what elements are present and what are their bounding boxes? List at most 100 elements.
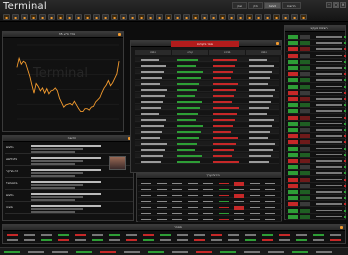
watchlist-row[interactable] [286,96,346,102]
alert-icon[interactable]: ▪ [183,14,190,20]
tab-market[interactable]: שוק [232,2,248,9]
watchlist-row[interactable] [286,189,346,195]
chart-icon[interactable]: ▪ [39,14,46,20]
table-row[interactable] [138,217,282,222]
bell-icon[interactable]: ▪ [48,14,55,20]
table-row[interactable] [138,181,282,186]
order-book-row[interactable] [135,153,279,158]
order-book-row[interactable] [135,99,279,104]
user-icon[interactable]: ▪ [93,14,100,20]
news-icon[interactable]: ▪ [75,14,82,20]
news-item[interactable]: מאיה [5,204,133,214]
help-icon[interactable]: ▪ [156,14,163,20]
book-icon[interactable]: ▪ [57,14,64,20]
order-book-row[interactable] [135,81,279,86]
search-icon[interactable]: ▪ [174,14,181,20]
order-book-row[interactable] [135,93,279,98]
watchlist-row[interactable] [286,59,346,65]
filter-icon[interactable]: ▪ [264,14,271,20]
grid-icon[interactable]: ▪ [21,14,28,20]
watchlist-row[interactable] [286,71,346,78]
table-row[interactable] [138,193,282,198]
maximize-button[interactable]: □ [333,2,339,8]
table-row[interactable] [138,211,282,216]
watchlist-row[interactable] [286,115,346,121]
watchlist-row[interactable] [286,34,346,40]
plus-icon[interactable]: ▪ [210,14,217,20]
news-item[interactable]: ביזפורטל [5,180,133,190]
watchlist-row[interactable] [286,214,346,220]
order-book-column-header[interactable]: כמות [135,50,171,55]
table-row[interactable] [138,199,282,204]
watchlist-row[interactable] [286,183,346,189]
watchlist-row[interactable] [286,177,346,183]
settings-icon[interactable] [118,33,121,36]
wrench-icon[interactable]: ▪ [228,14,235,20]
news-thumbnail[interactable] [109,156,126,170]
watchlist-row[interactable] [286,77,346,84]
star-icon[interactable]: ▪ [12,14,19,20]
table-row[interactable] [138,187,282,192]
watchlist-row[interactable] [286,90,346,96]
news-item[interactable]: גלובס [5,144,133,154]
calc-icon[interactable]: ▪ [111,14,118,20]
info-icon[interactable]: ▪ [291,14,298,20]
clock-icon[interactable]: ▪ [120,14,127,20]
table-icon[interactable]: ▪ [192,14,199,20]
watchlist-row[interactable] [286,108,346,115]
watchlist-row[interactable] [286,84,346,90]
order-book-row[interactable] [135,111,279,116]
watchlist-row[interactable] [286,133,346,140]
order-book-row[interactable] [135,135,279,140]
watchlist-row[interactable] [286,152,346,158]
watchlist-row[interactable] [286,127,346,133]
tab-reports[interactable]: דוחות [263,2,282,9]
tab-portfolio[interactable]: תיק [248,2,263,9]
close-button[interactable]: × [340,2,346,8]
order-book-row[interactable] [135,69,279,74]
folder-icon[interactable]: ▪ [102,14,109,20]
order-book-row[interactable] [135,141,279,146]
pin-icon[interactable]: ▪ [255,14,262,20]
list-icon[interactable]: ▪ [30,14,37,20]
minimize-button[interactable]: - [326,2,332,8]
price-chart[interactable]: Terminal [3,39,123,131]
mail-icon[interactable]: ▪ [84,14,91,20]
order-book-row[interactable] [135,147,279,152]
watchlist-row[interactable] [286,164,346,171]
home-icon[interactable]: ▪ [3,14,10,20]
flag-icon[interactable]: ▪ [129,14,136,20]
order-book-row[interactable] [135,63,279,68]
minus-icon[interactable]: ▪ [219,14,226,20]
link-icon[interactable]: ▪ [273,14,280,20]
order-book-row[interactable] [135,105,279,110]
power-icon[interactable]: ▪ [300,14,307,20]
order-book-row[interactable] [135,117,279,122]
watchlist-row[interactable] [286,201,346,208]
lock-icon[interactable]: ▪ [165,14,172,20]
watchlist-row[interactable] [286,53,346,59]
order-book-row[interactable] [135,75,279,80]
tab-news[interactable]: חדשות [282,2,301,9]
watchlist-row[interactable] [286,158,346,164]
watchlist-row[interactable] [286,170,346,177]
watchlist-row[interactable] [286,40,346,47]
doc-icon[interactable]: ▪ [138,14,145,20]
globe-icon[interactable]: ▪ [237,14,244,20]
settings-icon[interactable] [340,226,343,229]
watchlist-row[interactable] [286,46,346,53]
gear-icon[interactable]: ▪ [66,14,73,20]
watchlist-row[interactable] [286,139,346,146]
order-book-row[interactable] [135,57,279,62]
watchlist-row[interactable] [286,65,346,71]
order-book-column-header[interactable]: מכירה [209,50,245,55]
tag-icon[interactable]: ▪ [246,14,253,20]
news-item[interactable]: גלובס [5,192,133,202]
watchlist-row[interactable] [286,102,346,109]
order-book-column-header[interactable]: קנייה [172,50,208,55]
table-row[interactable] [138,205,282,210]
order-book-row[interactable] [135,123,279,128]
order-book-row[interactable] [135,129,279,134]
refresh-icon[interactable]: ▪ [282,14,289,20]
order-book-row[interactable] [135,159,279,164]
